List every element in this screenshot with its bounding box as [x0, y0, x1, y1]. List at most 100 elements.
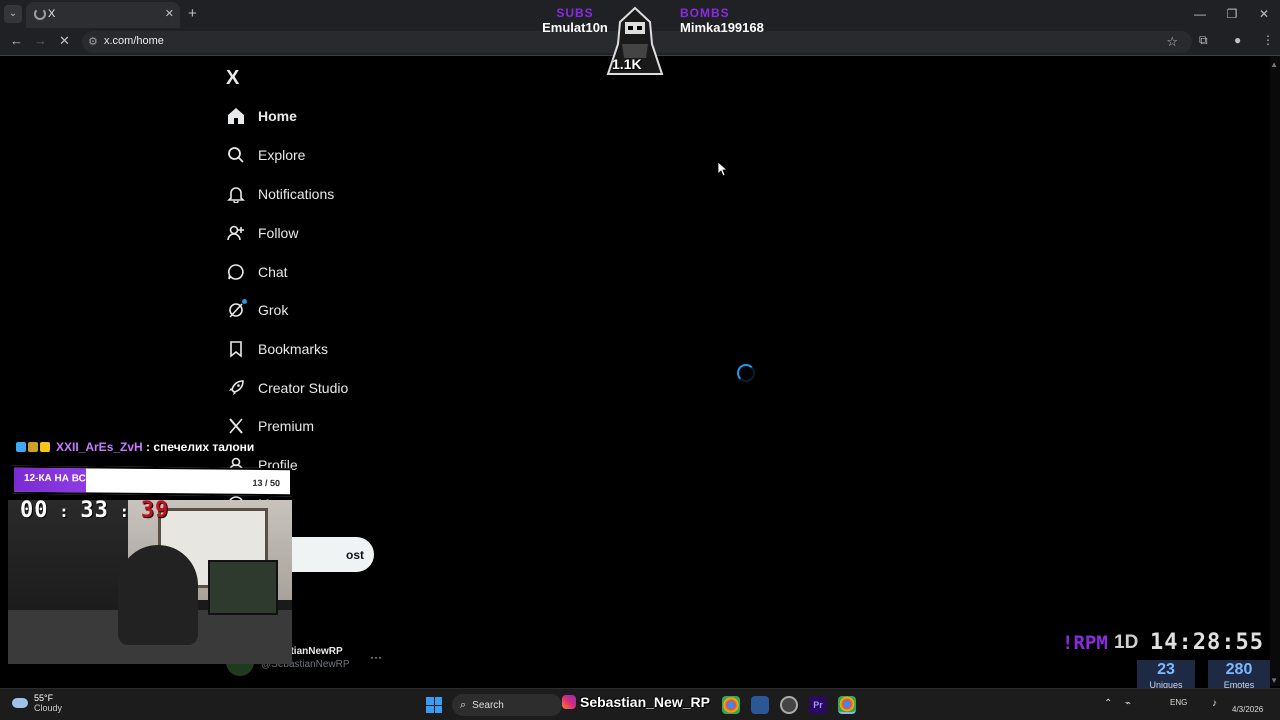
- chat-message: XXII_ArEs_ZvH : спечелих талони: [16, 440, 254, 454]
- timer-seconds: 39: [140, 498, 170, 523]
- loading-spinner: [737, 364, 755, 382]
- tab-title: X: [48, 8, 56, 20]
- scroll-up-icon[interactable]: ▲: [1270, 60, 1278, 69]
- sidebar-item-label: Explore: [258, 147, 306, 163]
- maximize-button[interactable]: ❐: [1216, 0, 1248, 28]
- sidebar-item-explore[interactable]: Explore: [226, 143, 305, 167]
- chat-icon: [226, 262, 246, 282]
- volume-icon[interactable]: ♪: [1212, 698, 1217, 709]
- sidebar-item-label: Premium: [258, 418, 315, 434]
- sidebar-item-label: Follow: [258, 225, 299, 241]
- sidebar-item-grok[interactable]: Grok: [226, 298, 288, 322]
- emotes-value: 280: [1225, 661, 1253, 678]
- rocket-icon: [226, 378, 246, 398]
- stream-timer: 00 : 33 : 39: [20, 498, 169, 523]
- weather-widget[interactable]: 55°F Cloudy: [12, 693, 62, 713]
- search-icon: ⌕: [460, 698, 467, 711]
- premiere-app-icon[interactable]: Pr: [809, 696, 827, 714]
- grok-icon: [226, 299, 247, 320]
- chat-badges: [16, 442, 50, 452]
- notification-dot: [242, 299, 247, 304]
- bell-icon: [226, 184, 246, 204]
- start-button[interactable]: [426, 697, 442, 713]
- webcam-feed: [8, 500, 292, 664]
- browser-tab[interactable]: X ✕: [26, 2, 180, 28]
- rpm-day: 1D: [1114, 632, 1139, 653]
- cloud-icon: [12, 698, 28, 708]
- uniques-value: 23: [1157, 661, 1175, 678]
- goal-bar: 12-КА НА ВСЕКИ 50 13 / 50: [12, 465, 292, 497]
- mouse-cursor-icon: [718, 162, 728, 177]
- instagram-handle-text: Sebastian_New_RP: [580, 694, 710, 710]
- sidebar-item-follow[interactable]: Follow: [226, 221, 298, 245]
- timer-sep: :: [48, 502, 81, 521]
- chrome-app-icon[interactable]: [722, 696, 740, 714]
- tab-search-button[interactable]: ⌄: [4, 5, 22, 23]
- app-icon[interactable]: [751, 696, 769, 714]
- scroll-down-icon[interactable]: ▼: [1270, 676, 1278, 685]
- sidebar-item-label: Creator Studio: [258, 380, 349, 396]
- search-icon: [226, 145, 246, 165]
- overlay-bombs: BOMBS Mimka199168: [680, 6, 800, 35]
- goal-label: 12-КА НА ВСЕКИ 50: [24, 472, 120, 485]
- mascot-count: 1.1K: [612, 56, 642, 72]
- url-text: x.com/home: [104, 35, 164, 47]
- weather-condition: Cloudy: [34, 703, 63, 713]
- x-logo[interactable]: X: [226, 67, 239, 90]
- x-icon: [226, 416, 246, 436]
- instagram-handle: Sebastian_New_RP: [562, 694, 710, 710]
- tray-chevron-icon[interactable]: ⌃: [1104, 698, 1112, 709]
- profile-icon[interactable]: ●: [1234, 33, 1241, 47]
- timer-hours: 00: [20, 498, 49, 523]
- post-button-label: ost: [346, 547, 364, 562]
- page-scrollbar[interactable]: [1270, 56, 1280, 686]
- badge-icon: [28, 442, 38, 452]
- network-icon[interactable]: ⌁: [1125, 698, 1131, 709]
- menu-kebab-icon[interactable]: ⋮: [1262, 33, 1274, 47]
- loading-icon: [34, 8, 46, 20]
- goal-count: 13 / 50: [252, 477, 280, 489]
- sidebar-item-premium[interactable]: Premium: [226, 414, 314, 438]
- language-indicator[interactable]: ENG: [1170, 698, 1187, 707]
- chrome-active-app-icon[interactable]: [838, 696, 856, 714]
- weather-temp: 55°F: [34, 693, 54, 703]
- sidebar-item-notifications[interactable]: Notifications: [226, 182, 334, 206]
- timer-minutes: 33: [80, 498, 109, 523]
- taskbar-date[interactable]: 4/3/2026: [1232, 705, 1263, 714]
- bookmark-icon: [226, 339, 246, 359]
- sidebar-item-creator-studio[interactable]: Creator Studio: [226, 376, 348, 400]
- sidebar-item-chat[interactable]: Chat: [226, 260, 288, 284]
- sidebar-item-home[interactable]: Home: [226, 104, 297, 128]
- taskbar-search[interactable]: ⌕ Search: [452, 694, 562, 716]
- chat-text: спечелих талони: [153, 440, 255, 454]
- badge-icon: [16, 442, 26, 452]
- extensions-icon[interactable]: ⧉: [1199, 33, 1208, 48]
- taskbar-search-label: Search: [472, 699, 504, 711]
- back-arrow-icon[interactable]: ←: [10, 33, 23, 48]
- bombs-label: BOMBS: [680, 6, 730, 20]
- sidebar-item-bookmarks[interactable]: Bookmarks: [226, 337, 328, 361]
- forward-arrow-icon[interactable]: →: [34, 33, 47, 48]
- instagram-icon: [562, 695, 576, 709]
- bookmark-star-icon[interactable]: ☆: [1166, 34, 1178, 50]
- stop-icon[interactable]: ✕: [59, 33, 70, 49]
- streamer: [118, 545, 198, 645]
- bombs-name: Mimka199168: [680, 20, 764, 35]
- chat-username: XXII_ArEs_ZvH: [56, 440, 143, 454]
- home-icon: [226, 106, 246, 126]
- sidebar-item-label: Home: [258, 108, 297, 124]
- sidebar-item-label: Bookmarks: [258, 341, 329, 357]
- site-info-icon[interactable]: ⚙: [88, 35, 98, 48]
- new-tab-button[interactable]: +: [188, 5, 197, 22]
- minimize-button[interactable]: —: [1184, 0, 1216, 28]
- chat-separator: :: [142, 440, 154, 454]
- close-window-button[interactable]: ✕: [1248, 0, 1280, 28]
- sidebar-item-label: Grok: [258, 302, 289, 318]
- obs-app-icon[interactable]: [780, 696, 798, 714]
- timer-sep: :: [108, 502, 141, 521]
- person-plus-icon: [226, 223, 246, 243]
- close-tab-icon[interactable]: ✕: [165, 7, 174, 20]
- window-controls: — ❐ ✕: [1184, 0, 1280, 28]
- more-dots-icon[interactable]: ···: [370, 650, 382, 664]
- badge-icon: [40, 442, 50, 452]
